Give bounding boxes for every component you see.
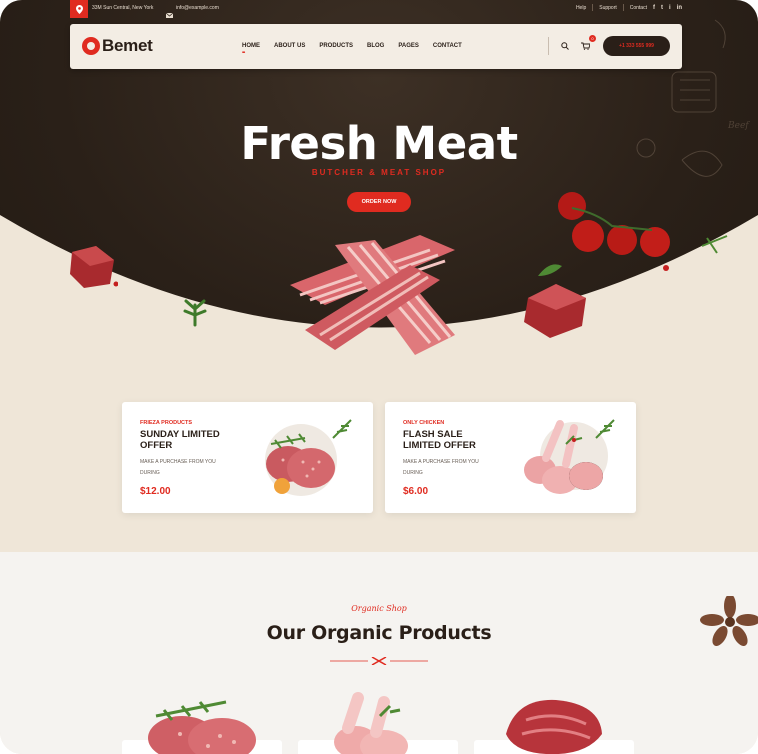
menu-item-home[interactable]: HOME bbox=[242, 43, 260, 56]
search-icon[interactable] bbox=[559, 40, 571, 52]
hero-title: Fresh Meat bbox=[240, 117, 518, 170]
page: Beef 33M Sun Central, New York info@exam… bbox=[0, 0, 758, 754]
offer-title: SUNDAY LIMITED OFFER bbox=[140, 429, 220, 451]
parsley-icon bbox=[183, 299, 207, 327]
section-script-label: Organic Shop bbox=[351, 604, 407, 613]
nav-actions: 0 +1 333 555 999 bbox=[548, 35, 670, 56]
menu-item-pages[interactable]: PAGES bbox=[398, 43, 419, 49]
menu-item-contact[interactable]: CONTACT bbox=[433, 43, 462, 49]
facebook-icon[interactable]: f bbox=[653, 5, 655, 11]
leaf-icon bbox=[538, 264, 562, 276]
main-navbar: Bemet HOME ABOUT US PRODUCTS BLOG PAGES … bbox=[70, 24, 682, 69]
chicken-legs-image bbox=[334, 692, 408, 754]
offer-tag: FRIEZA PRODUCTS bbox=[140, 420, 193, 426]
menu-item-about[interactable]: ABOUT US bbox=[274, 43, 305, 49]
phone-button[interactable]: +1 333 555 999 bbox=[603, 36, 670, 56]
instagram-icon[interactable]: i bbox=[669, 5, 671, 11]
menu-item-blog[interactable]: BLOG bbox=[367, 43, 384, 49]
address-text: 33M Sun Central, New York bbox=[92, 5, 154, 11]
cart-icon[interactable]: 0 bbox=[579, 35, 596, 52]
email-link[interactable]: info@example.com bbox=[176, 5, 219, 11]
chicken-legs-image bbox=[524, 419, 615, 494]
tomatoes-image bbox=[558, 192, 728, 271]
location-pin-icon bbox=[70, 0, 88, 18]
knife-divider-icon bbox=[330, 657, 428, 665]
mail-icon bbox=[165, 5, 174, 23]
logo-text: Bemet bbox=[102, 36, 153, 55]
separator bbox=[622, 4, 624, 11]
offer-card[interactable]: FRIEZA PRODUCTS SUNDAY LIMITED OFFER MAK… bbox=[122, 402, 373, 513]
meat-cube-icon bbox=[70, 246, 118, 288]
support-link[interactable]: Support bbox=[599, 5, 617, 11]
ribs-image bbox=[290, 235, 455, 355]
offer-description: MAKE A PURCHASE FROM YOU DURING bbox=[140, 459, 216, 476]
cart-count-badge: 0 bbox=[589, 35, 596, 42]
topbar-right: Help Support Contact f t i in bbox=[576, 4, 682, 11]
logo-mark-icon bbox=[82, 37, 100, 55]
contact-link[interactable]: Contact bbox=[630, 5, 647, 11]
separator bbox=[548, 37, 549, 55]
meat-cube-icon bbox=[524, 284, 586, 338]
linkedin-icon[interactable]: in bbox=[677, 5, 682, 11]
help-link[interactable]: Help bbox=[576, 5, 586, 11]
section-title: Our Organic Products bbox=[266, 622, 492, 644]
beef-steak-image bbox=[506, 699, 602, 754]
menu-item-products[interactable]: PRODUCTS bbox=[319, 43, 353, 49]
top-bar: 33M Sun Central, New York info@example.c… bbox=[0, 0, 758, 18]
separator bbox=[592, 4, 594, 11]
main-menu: HOME ABOUT US PRODUCTS BLOG PAGES CONTAC… bbox=[242, 43, 462, 56]
order-now-button[interactable]: ORDER NOW bbox=[347, 192, 411, 212]
offer-price: $12.00 bbox=[140, 486, 171, 497]
offer-price: $6.00 bbox=[403, 486, 429, 497]
twitter-icon[interactable]: t bbox=[661, 5, 663, 11]
patties-image bbox=[265, 419, 352, 496]
offer-title: FLASH SALE LIMITED OFFER bbox=[403, 429, 476, 451]
offer-description: MAKE A PURCHASE FROM YOU DURING bbox=[403, 459, 479, 476]
offer-card[interactable]: ONLY CHICKEN FLASH SALE LIMITED OFFER MA… bbox=[385, 402, 636, 513]
offer-tag: ONLY CHICKEN bbox=[403, 420, 445, 426]
patties-image bbox=[148, 700, 256, 754]
logo[interactable]: Bemet bbox=[82, 36, 153, 56]
hero-subtitle: BUTCHER & MEAT SHOP bbox=[311, 168, 447, 177]
